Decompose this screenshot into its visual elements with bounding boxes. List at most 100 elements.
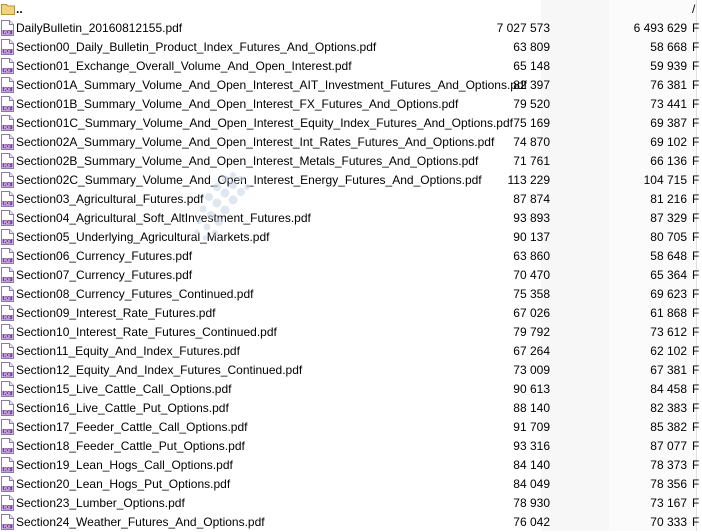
file-extra-column: F — [692, 116, 700, 130]
file-name: Section06_Currency_Futures.pdf — [16, 249, 193, 263]
file-extra-column: F — [692, 154, 700, 168]
file-size: 93 893 — [513, 211, 550, 225]
file-row[interactable]: PDF DailyBulletin_20160812155.pdf 7 027 57… — [0, 19, 702, 38]
file-row[interactable]: PDF Section10_Interest_Rate_Futures_Conti… — [0, 323, 702, 342]
svg-text:PDF: PDF — [4, 524, 12, 529]
pdf-icon: PDF — [1, 77, 14, 93]
file-row[interactable]: PDF Section11_Equity_And_Index_Futures.pd… — [0, 342, 702, 361]
file-row[interactable]: PDF Section09_Interest_Rate_Futures.pdf 67… — [0, 304, 702, 323]
file-row[interactable]: PDF Section02B_Summary_Volume_And_Open_In… — [0, 152, 702, 171]
pdf-icon: PDF — [1, 191, 14, 207]
svg-text:PDF: PDF — [4, 49, 12, 54]
pdf-icon: PDF — [1, 476, 14, 492]
file-row[interactable]: PDF Section01_Exchange_Overall_Volume_And… — [0, 57, 702, 76]
file-name: Section23_Lumber_Options.pdf — [16, 496, 185, 510]
pdf-icon: PDF — [1, 39, 14, 55]
file-packed-size: 58 648 — [650, 249, 687, 263]
file-packed-size: 66 136 — [650, 154, 687, 168]
pdf-icon: PDF — [1, 324, 14, 340]
file-size: 78 930 — [513, 496, 550, 510]
file-row[interactable]: PDF Section03_Agricultural_Futures.pdf 87 … — [0, 190, 702, 209]
file-name: DailyBulletin_20160812155.pdf — [16, 21, 183, 35]
file-row[interactable]: PDF Section01B_Summary_Volume_And_Open_In… — [0, 95, 702, 114]
file-packed-size: 69 387 — [650, 116, 687, 130]
file-name: Section00_Daily_Bulletin_Product_Index_F… — [16, 40, 377, 54]
file-row[interactable]: PDF Section19_Lean_Hogs_Call_Options.pdf 8… — [0, 456, 702, 475]
pdf-icon: PDF — [1, 134, 14, 150]
file-row[interactable]: PDF Section20_Lean_Hogs_Put_Options.pdf 84… — [0, 475, 702, 494]
file-row[interactable]: PDF Section24_Weather_Futures_And_Options… — [0, 513, 702, 532]
file-packed-size: 73 612 — [650, 325, 687, 339]
pdf-icon: PDF — [1, 514, 14, 530]
file-row[interactable]: PDF Section08_Currency_Futures_Continued.… — [0, 285, 702, 304]
file-row[interactable]: PDF Section02C_Summary_Volume_And_Open_In… — [0, 171, 702, 190]
pdf-icon: PDF — [1, 305, 14, 321]
file-row[interactable]: PDF Section16_Live_Cattle_Put_Options.pdf… — [0, 399, 702, 418]
svg-text:PDF: PDF — [4, 505, 12, 510]
file-size: 73 009 — [513, 363, 550, 377]
svg-text:PDF: PDF — [4, 30, 12, 35]
file-name: Section01B_Summary_Volume_And_Open_Inter… — [16, 97, 459, 111]
file-packed-size: 78 356 — [650, 477, 687, 491]
svg-text:PDF: PDF — [4, 277, 12, 282]
file-packed-size: 6 493 629 — [633, 21, 687, 35]
file-size: 63 809 — [513, 40, 550, 54]
pdf-icon: PDF — [1, 286, 14, 302]
file-packed-size: 82 383 — [650, 401, 687, 415]
file-row[interactable]: PDF Section15_Live_Cattle_Call_Options.pd… — [0, 380, 702, 399]
file-extra-column: F — [692, 135, 700, 149]
file-row[interactable]: PDF Section17_Feeder_Cattle_Call_Options.… — [0, 418, 702, 437]
file-row[interactable]: PDF Section04_Agricultural_Soft_AltInvest… — [0, 209, 702, 228]
file-row[interactable]: PDF Section06_Currency_Futures.pdf 63 860 5… — [0, 247, 702, 266]
pdf-icon: PDF — [1, 457, 14, 473]
file-size: 67 026 — [513, 306, 550, 320]
file-row[interactable]: PDF Section00_Daily_Bulletin_Product_Inde… — [0, 38, 702, 57]
file-extra-column: F — [692, 401, 700, 415]
file-row[interactable]: PDF Section01C_Summary_Volume_And_Open_In… — [0, 114, 702, 133]
pdf-icon: PDF — [1, 58, 14, 74]
file-size: 63 860 — [513, 249, 550, 263]
file-row[interactable]: PDF Section01A_Summary_Volume_And_Open_In… — [0, 76, 702, 95]
file-row[interactable]: PDF Section02A_Summary_Volume_And_Open_In… — [0, 133, 702, 152]
svg-text:PDF: PDF — [4, 106, 12, 111]
file-name: Section08_Currency_Futures_Continued.pdf — [16, 287, 254, 301]
file-size: 67 264 — [513, 344, 550, 358]
file-size: 90 613 — [513, 382, 550, 396]
file-row[interactable]: PDF Section05_Underlying_Agricultural_Mar… — [0, 228, 702, 247]
svg-text:PDF: PDF — [4, 163, 12, 168]
parent-folder-row[interactable]: .. / — [0, 0, 702, 19]
file-extra-column: F — [692, 477, 700, 491]
file-extra-column: F — [692, 249, 700, 263]
file-row[interactable]: PDF Section07_Currency_Futures.pdf 70 470 6… — [0, 266, 702, 285]
svg-text:PDF: PDF — [4, 372, 12, 377]
file-extra-column: F — [692, 59, 700, 73]
file-size: 71 761 — [513, 154, 550, 168]
file-extra-column: F — [692, 439, 700, 453]
file-extra-column: F — [692, 78, 700, 92]
file-name: Section17_Feeder_Cattle_Call_Options.pdf — [16, 420, 248, 434]
svg-text:PDF: PDF — [4, 296, 12, 301]
file-extra-column: F — [692, 211, 700, 225]
parent-folder-extra: / — [692, 2, 696, 16]
pdf-icon: PDF — [1, 438, 14, 454]
file-row[interactable]: PDF Section12_Equity_And_Index_Futures_Co… — [0, 361, 702, 380]
file-packed-size: 69 102 — [650, 135, 687, 149]
file-row[interactable]: PDF Section18_Feeder_Cattle_Put_Options.p… — [0, 437, 702, 456]
file-extra-column: F — [692, 382, 700, 396]
file-extra-column: F — [692, 173, 700, 187]
file-name: Section10_Interest_Rate_Futures_Continue… — [16, 325, 277, 339]
file-row[interactable]: PDF Section23_Lumber_Options.pdf 78 930 73 … — [0, 494, 702, 513]
pdf-icon: PDF — [1, 362, 14, 378]
file-extra-column: F — [692, 287, 700, 301]
file-name: Section19_Lean_Hogs_Call_Options.pdf — [16, 458, 233, 472]
file-packed-size: 73 441 — [650, 97, 687, 111]
file-size: 90 137 — [513, 230, 550, 244]
file-name: Section18_Feeder_Cattle_Put_Options.pdf — [16, 439, 245, 453]
file-name: Section16_Live_Cattle_Put_Options.pdf — [16, 401, 229, 415]
file-packed-size: 73 167 — [650, 496, 687, 510]
file-name: Section11_Equity_And_Index_Futures.pdf — [16, 344, 240, 358]
svg-text:PDF: PDF — [4, 125, 12, 130]
file-packed-size: 59 939 — [650, 59, 687, 73]
file-packed-size: 84 458 — [650, 382, 687, 396]
svg-text:PDF: PDF — [4, 410, 12, 415]
